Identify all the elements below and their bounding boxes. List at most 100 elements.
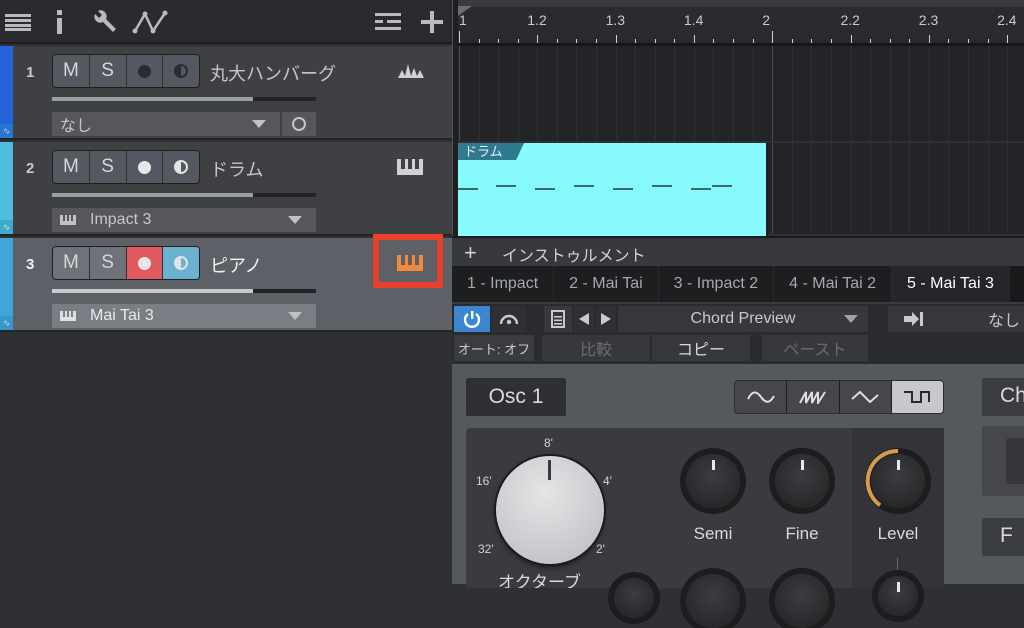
wrench-icon[interactable] — [90, 8, 118, 36]
track-1[interactable]: ∿ 1 M S 丸大ハンバーグ なし — [0, 46, 452, 140]
track-2[interactable]: ∿ 2 M S ドラム Impact 3 — [0, 142, 452, 236]
tab-instrument-3[interactable]: 3 - Impact 2 — [658, 266, 775, 302]
midi-note[interactable] — [691, 188, 711, 190]
monitor-button[interactable] — [163, 247, 199, 279]
record-mode-button[interactable] — [282, 112, 316, 136]
track-number: 3 — [26, 256, 35, 273]
saw-wave-button[interactable] — [787, 381, 840, 413]
automation-toggle-icon[interactable]: ∿ — [0, 316, 13, 330]
midi-note[interactable] — [535, 188, 555, 190]
record-arm-button[interactable] — [127, 151, 164, 183]
monitor-button[interactable] — [163, 55, 199, 87]
auto-mode-button[interactable]: オート: オフ — [454, 335, 534, 361]
automation-toggle-icon[interactable]: ∿ — [0, 220, 13, 234]
activate-button[interactable] — [492, 306, 526, 332]
track-color-strip[interactable]: ∿ — [0, 238, 13, 330]
keyboard-icon — [60, 311, 76, 321]
semi-label: Semi — [693, 524, 733, 543]
mai-tai-synth: Osc 1 Ch F 8' 16' 4' 32' 2' オクターブ Semi F… — [452, 364, 1024, 628]
osc-knob-c[interactable] — [775, 574, 829, 628]
power-button[interactable] — [454, 306, 490, 332]
saw-wave-icon — [798, 391, 826, 404]
sine-wave-button[interactable] — [735, 381, 788, 413]
octave-knob[interactable] — [496, 456, 604, 564]
automation-icon[interactable] — [132, 8, 170, 36]
info-icon[interactable] — [52, 8, 68, 36]
track-name[interactable]: ピアノ — [210, 252, 262, 278]
solo-button[interactable]: S — [90, 151, 127, 183]
ruler-tick — [752, 39, 754, 43]
event-clip[interactable]: ドラム — [458, 143, 768, 236]
level-knob[interactable] — [865, 448, 925, 508]
midi-note[interactable] — [458, 188, 478, 190]
record-icon — [137, 64, 151, 78]
volume-slider[interactable] — [52, 289, 316, 293]
tab-instrument-4[interactable]: 4 - Mai Tai 2 — [774, 266, 892, 302]
instrument-header: + インストゥルメント — [452, 238, 1024, 266]
track-color-strip[interactable]: ∿ — [0, 142, 13, 234]
volume-slider[interactable] — [52, 97, 316, 101]
tab-instrument-2[interactable]: 2 - Mai Tai — [554, 266, 659, 302]
track-list-icon[interactable] — [374, 8, 402, 36]
timeline-ruler[interactable]: 1 1.2 1.3 1.4 2 2.2 2.3 2.4 — [458, 0, 1024, 46]
arrow-right-icon — [601, 313, 611, 325]
compare-button[interactable]: 比較 — [542, 335, 650, 361]
track-number: 1 — [26, 64, 35, 81]
keyboard-icon[interactable] — [396, 254, 426, 272]
add-instrument-icon[interactable]: + — [464, 240, 477, 266]
add-track-icon[interactable] — [418, 8, 446, 36]
osc-knob-a[interactable] — [614, 578, 654, 618]
mute-button[interactable]: M — [53, 151, 90, 183]
list-icon[interactable] — [4, 8, 32, 36]
waveform-selector — [734, 380, 944, 414]
solo-button[interactable]: S — [90, 247, 127, 279]
sidechain-select[interactable]: なし — [888, 306, 1024, 332]
instrument-select[interactable]: Mai Tai 3 — [52, 304, 316, 328]
ruler-tick — [733, 39, 735, 43]
square-wave-button[interactable] — [891, 381, 943, 413]
mute-button[interactable]: M — [53, 55, 90, 87]
next-preset-button[interactable] — [596, 306, 616, 332]
track-name[interactable]: ドラム — [210, 156, 263, 182]
record-arm-button[interactable] — [127, 55, 164, 87]
tab-instrument-1[interactable]: 1 - Impact — [452, 266, 555, 302]
headphone-icon — [499, 314, 519, 325]
midi-note[interactable] — [496, 185, 516, 187]
instrument-select-value: Mai Tai 3 — [90, 307, 154, 324]
paste-button[interactable]: ペースト — [762, 335, 868, 361]
track-name[interactable]: 丸大ハンバーグ — [210, 60, 336, 86]
octave-label-32: 32' — [478, 542, 494, 556]
fine-knob[interactable] — [775, 454, 829, 508]
osc-knob-b[interactable] — [686, 574, 740, 628]
previous-preset-button[interactable] — [574, 306, 594, 332]
preset-list-button[interactable] — [544, 306, 572, 332]
record-arm-button[interactable] — [126, 247, 164, 279]
midi-note[interactable] — [613, 188, 633, 190]
input-select[interactable]: なし — [52, 112, 280, 136]
monitor-button[interactable] — [163, 151, 199, 183]
copy-button[interactable]: コピー — [652, 335, 750, 361]
volume-slider[interactable] — [52, 193, 316, 197]
triangle-wave-button[interactable] — [840, 381, 892, 413]
power-icon — [463, 311, 481, 328]
instrument-select[interactable]: Impact 3 — [52, 208, 316, 232]
chord-button[interactable]: Ch — [982, 378, 1024, 416]
midi-note[interactable] — [712, 185, 732, 187]
mute-button[interactable]: M — [53, 247, 90, 279]
sine-wave-icon — [746, 391, 775, 403]
preset-select[interactable]: Chord Preview — [618, 306, 868, 332]
osc-knob-d[interactable] — [878, 576, 918, 616]
track-3[interactable]: ∿ 3 M S ピアノ Mai Tai 3 — [0, 234, 452, 332]
track-color-strip[interactable]: ∿ — [0, 46, 13, 138]
midi-note[interactable] — [652, 185, 672, 187]
tab-instrument-5[interactable]: 5 - Mai Tai 3 — [892, 266, 1010, 302]
midi-note[interactable] — [574, 185, 594, 187]
automation-toggle-icon[interactable]: ∿ — [0, 124, 13, 138]
solo-button[interactable]: S — [90, 55, 127, 87]
preset-name: Chord Preview — [690, 310, 796, 327]
semi-knob[interactable] — [686, 454, 740, 508]
octave-label: オクターブ — [498, 573, 581, 588]
filter-button[interactable]: F — [982, 518, 1024, 556]
preset-controls: Chord Preview なし オート: オフ 比較 コピー ペースト — [452, 304, 1024, 364]
side-module — [982, 426, 1024, 496]
